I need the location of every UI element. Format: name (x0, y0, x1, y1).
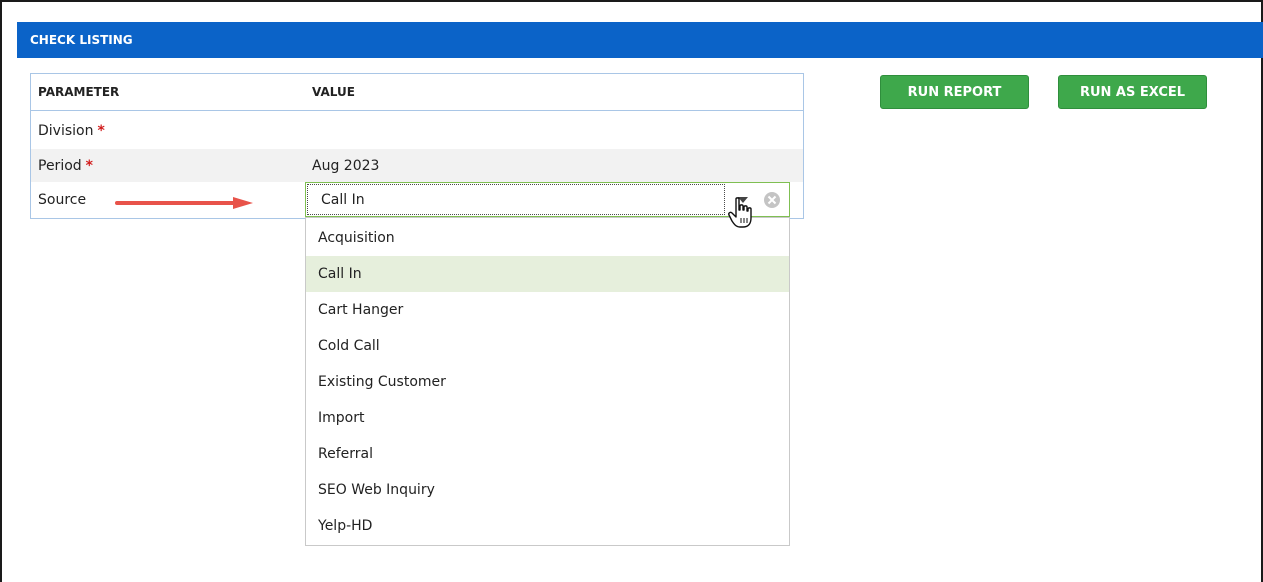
dropdown-option-selected[interactable]: Call In (306, 256, 789, 292)
dropdown-option[interactable]: Existing Customer (306, 364, 789, 400)
run-report-button[interactable]: RUN REPORT (880, 75, 1029, 109)
period-value[interactable]: Aug 2023 (312, 158, 379, 174)
clear-circle-icon[interactable] (763, 191, 781, 209)
column-header-parameter: PARAMETER (38, 85, 120, 99)
run-as-excel-button[interactable]: RUN AS EXCEL (1058, 75, 1207, 109)
arrow-right-icon (115, 197, 253, 209)
source-combobox[interactable]: Call In (305, 182, 790, 217)
required-marker: * (97, 122, 105, 139)
parameter-label-division: Division * (38, 123, 105, 139)
dropdown-option[interactable]: SEO Web Inquiry (306, 472, 789, 508)
table-row-division[interactable]: Division * (31, 112, 803, 149)
table-row-period[interactable]: Period * Aug 2023 (31, 149, 803, 182)
source-combobox-input[interactable]: Call In (307, 184, 725, 215)
dropdown-option[interactable]: Import (306, 400, 789, 436)
division-label: Division (38, 122, 94, 139)
panel-header: CHECK LISTING (17, 22, 1263, 58)
parameter-label-source: Source (38, 192, 87, 208)
required-marker: * (85, 157, 93, 174)
dropdown-option[interactable]: Cold Call (306, 328, 789, 364)
dropdown-option[interactable]: Yelp-HD (306, 508, 789, 544)
panel-title: CHECK LISTING (30, 33, 133, 47)
dropdown-option[interactable]: Acquisition (306, 220, 789, 256)
dropdown-option[interactable]: Cart Hanger (306, 292, 789, 328)
source-dropdown-list: Acquisition Call In Cart Hanger Cold Cal… (305, 217, 790, 546)
dropdown-option[interactable]: Referral (306, 436, 789, 472)
table-header-row: PARAMETER VALUE (31, 74, 803, 111)
column-header-value: VALUE (312, 85, 355, 99)
period-label: Period (38, 157, 82, 174)
hand-pointer-icon (728, 197, 752, 228)
source-combobox-value: Call In (321, 192, 365, 208)
parameter-label-period: Period * (38, 158, 93, 174)
